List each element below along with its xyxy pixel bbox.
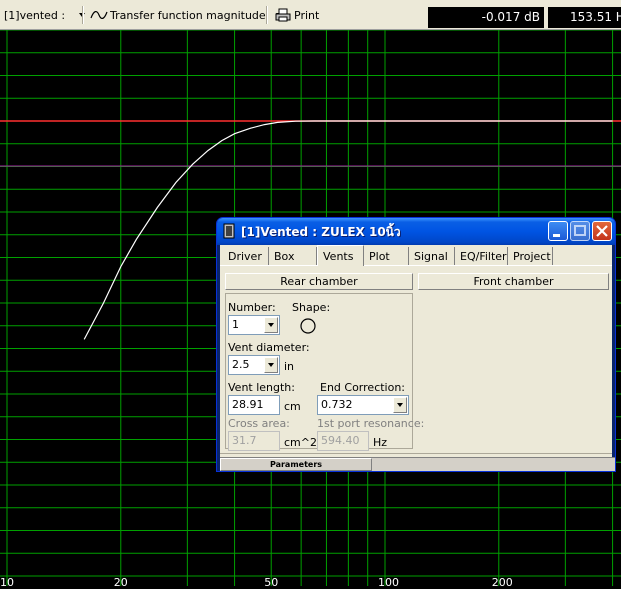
end-correction-value: 0.732 xyxy=(321,398,353,411)
divider xyxy=(220,453,612,454)
x-tick-label: 50 xyxy=(264,576,279,589)
number-select[interactable]: 1 xyxy=(228,315,280,335)
maximize-button[interactable] xyxy=(570,221,590,241)
window-title: [1]Vented : ZULEX 10นิ้ว xyxy=(241,225,401,239)
tab-strip-border xyxy=(220,265,612,266)
port-resonance-unit: Hz xyxy=(373,436,388,449)
chevron-down-icon xyxy=(397,403,403,407)
x-tick-label: 100 xyxy=(378,576,399,589)
print-label: Print xyxy=(294,8,320,22)
vent-diameter-label: Vent diameter: xyxy=(228,341,310,354)
toolbar-separator xyxy=(266,6,268,24)
tab-box[interactable]: Box xyxy=(269,247,317,265)
tab-vents[interactable]: Vents xyxy=(317,245,364,266)
toolbar: [1]vented : Transfer function magnitude … xyxy=(0,0,621,30)
close-button[interactable] xyxy=(592,221,612,241)
number-label: Number: xyxy=(228,301,276,314)
mode-dropdown[interactable]: [1]vented : xyxy=(4,5,86,25)
mode-label: [1]vented : xyxy=(4,8,66,22)
vent-length-label: Vent length: xyxy=(228,381,295,394)
vent-length-unit: cm xyxy=(284,400,301,413)
window-client: Driver Box Vents Plot Signal EQ/Filter Project… xyxy=(220,245,612,468)
x-tick-label: 20 xyxy=(113,576,128,589)
dropdown-button[interactable] xyxy=(393,397,407,413)
front-chamber-button[interactable]: Front chamber xyxy=(418,273,609,290)
x-tick-label: 200 xyxy=(491,576,513,589)
toolbar-separator xyxy=(82,6,84,24)
db-readout: -0.017 dB xyxy=(428,7,544,28)
vented-box-window: [1]Vented : ZULEX 10นิ้ว Driver Box Vents P… xyxy=(216,217,616,472)
tab-eq-filter[interactable]: EQ/Filter xyxy=(455,247,508,265)
tab-project[interactable]: Project xyxy=(508,247,553,265)
dropdown-button[interactable] xyxy=(264,357,278,373)
tab-plot[interactable]: Plot xyxy=(364,247,409,265)
status-bar: Parameters xyxy=(220,457,615,471)
port-resonance-label: 1st port resonance: xyxy=(317,417,425,430)
tab-signal[interactable]: Signal xyxy=(409,247,455,265)
cross-area-field: 31.7 xyxy=(228,431,280,451)
status-panel-parameters: Parameters xyxy=(220,458,372,471)
hz-readout: 153.51 H xyxy=(548,7,621,28)
transfer-function-icon xyxy=(90,11,108,19)
view-dropdown[interactable]: Transfer function magnitude xyxy=(90,5,282,25)
end-correction-label: End Correction: xyxy=(320,381,406,394)
shape-label: Shape: xyxy=(292,301,331,314)
x-tick-label: 10 xyxy=(0,576,14,589)
chevron-down-icon xyxy=(268,363,274,367)
view-label: Transfer function magnitude xyxy=(110,8,266,22)
cross-area-unit: cm^2 xyxy=(284,436,317,449)
rear-chamber-button[interactable]: Rear chamber xyxy=(225,273,413,290)
end-correction-select[interactable]: 0.732 xyxy=(317,395,409,415)
window-titlebar[interactable]: [1]Vented : ZULEX 10นิ้ว xyxy=(217,218,615,245)
port-resonance-field: 594.40 xyxy=(317,431,369,451)
maximize-icon xyxy=(574,225,586,236)
minimize-icon xyxy=(553,234,560,237)
number-value: 1 xyxy=(232,318,239,331)
vent-diameter-value: 2.5 xyxy=(232,358,250,371)
speaker-icon xyxy=(223,223,235,239)
vent-length-input[interactable]: 28.91 xyxy=(228,395,280,415)
vent-diameter-unit: in xyxy=(284,360,295,373)
vent-diameter-select[interactable]: 2.5 xyxy=(228,355,280,375)
print-button[interactable]: Print xyxy=(275,5,319,25)
dropdown-button[interactable] xyxy=(264,317,278,333)
close-icon xyxy=(596,225,608,237)
minimize-button[interactable] xyxy=(548,221,568,241)
round-shape-icon[interactable] xyxy=(299,317,317,335)
printer-icon xyxy=(275,8,291,22)
chevron-down-icon xyxy=(268,323,274,327)
tab-driver[interactable]: Driver xyxy=(223,247,269,265)
cross-area-label: Cross area: xyxy=(228,417,290,430)
